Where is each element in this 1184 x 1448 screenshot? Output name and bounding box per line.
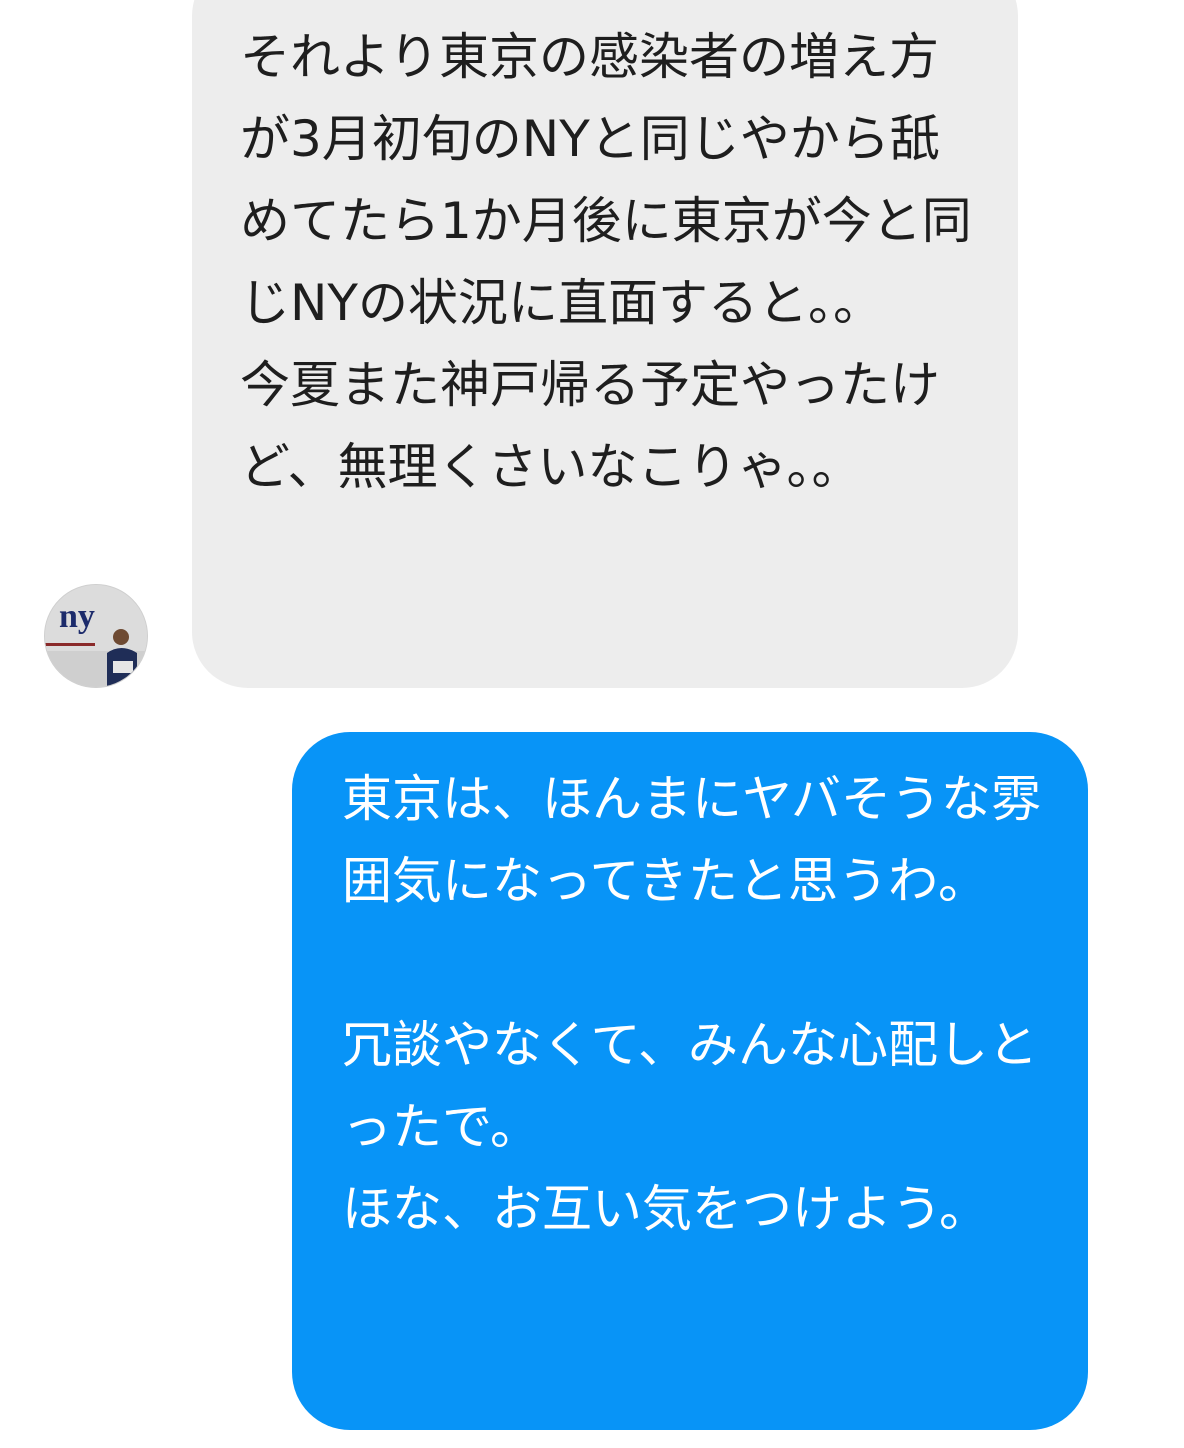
- ny-logo: ny: [59, 598, 95, 635]
- outgoing-message-bubble[interactable]: 東京は、ほんまにヤバそうな雰囲気になってきたと思うわ。 冗談やなくて、みんな心配…: [292, 732, 1088, 1430]
- user-avatar-icon: ny: [45, 585, 147, 687]
- message-thread[interactable]: それより東京の感染者の増え方が3月初旬のNYと同じやから舐めてたら1か月後に東京…: [0, 0, 1184, 1448]
- sender-avatar[interactable]: ny: [44, 584, 148, 688]
- incoming-message-bubble[interactable]: それより東京の感染者の増え方が3月初旬のNYと同じやから舐めてたら1か月後に東京…: [192, 0, 1018, 688]
